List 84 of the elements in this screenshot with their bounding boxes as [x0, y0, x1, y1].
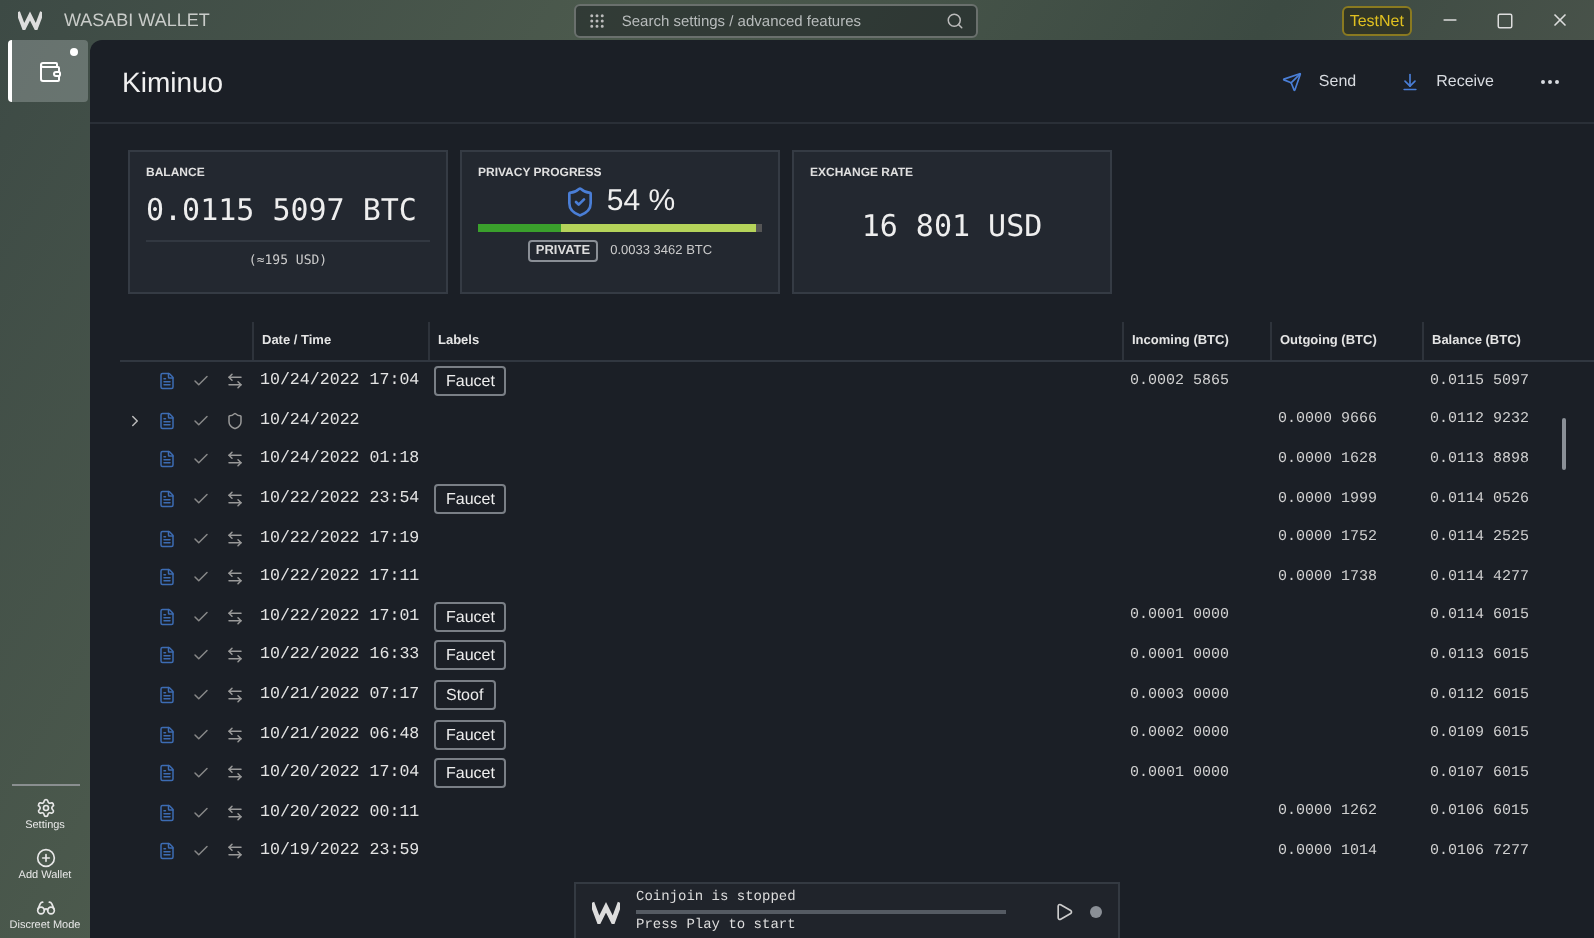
balance-value: 0.0115 5097 BTC: [146, 192, 419, 228]
transfer-icon: [225, 372, 243, 391]
transfer-icon: [225, 568, 243, 587]
close-icon: [1549, 10, 1570, 30]
wallet-name: Kiminuo: [122, 65, 224, 97]
date-cell-text: 10/24/2022: [258, 411, 362, 430]
receive-icon: [1400, 71, 1421, 91]
check-icon: [191, 372, 209, 391]
transfer-icon: [225, 842, 243, 861]
document-icon[interactable]: [157, 411, 175, 430]
search-icon: [945, 11, 964, 29]
document-icon[interactable]: [157, 490, 175, 509]
label-tag: Faucet: [434, 640, 507, 671]
plus-circle-icon: [35, 848, 55, 868]
document-icon[interactable]: [157, 607, 175, 626]
check-icon: [191, 450, 209, 469]
transfer-icon: [225, 764, 243, 783]
transfer-icon: [225, 725, 243, 744]
transfer-icon: [225, 686, 243, 705]
check-icon: [191, 686, 209, 705]
date-cell-text: 10/22/2022 17:01: [258, 607, 422, 626]
wallet-tab[interactable]: [7, 40, 87, 102]
check-icon: [191, 803, 209, 822]
label-tag: Faucet: [434, 366, 507, 397]
check-icon: [191, 842, 209, 861]
wasabi-logo-icon: [592, 899, 620, 923]
date-cell-text: 10/24/2022 17:04: [258, 372, 422, 391]
wallet-icon: [37, 59, 61, 83]
date-cell-text: 10/22/2022 23:54: [258, 490, 422, 509]
document-icon[interactable]: [157, 725, 175, 744]
maximize-icon: [1495, 11, 1514, 29]
scrollbar-thumb[interactable]: [1562, 418, 1566, 470]
label-tag: Faucet: [434, 601, 507, 632]
document-icon[interactable]: [157, 568, 175, 587]
stop-button[interactable]: [1090, 905, 1102, 917]
date-cell-text: 10/22/2022 17:11: [258, 568, 422, 587]
document-icon[interactable]: [157, 372, 175, 391]
check-icon: [191, 646, 209, 665]
label-tag: Faucet: [434, 719, 507, 750]
check-icon: [191, 725, 209, 744]
date-cell-text: 10/21/2022 07:17: [258, 686, 422, 705]
date-cell-text: 10/21/2022 06:48: [258, 725, 422, 744]
network-badge: TestNet: [1341, 5, 1412, 35]
transfer-icon: [225, 450, 243, 469]
transfer-icon: [225, 803, 243, 822]
privacy-percent: 54 %: [606, 184, 676, 218]
exchange-value: 16 801 USD: [859, 208, 1045, 244]
check-icon: [191, 764, 209, 783]
send-icon: [1282, 71, 1303, 91]
check-icon: [191, 490, 209, 509]
document-icon[interactable]: [157, 764, 175, 783]
check-icon: [191, 568, 209, 587]
document-icon[interactable]: [157, 803, 175, 822]
label-tag: Faucet: [434, 484, 507, 515]
date-cell-text: 10/20/2022 00:11: [258, 803, 422, 822]
gear-icon: [35, 798, 55, 818]
transfer-icon: [225, 490, 243, 509]
document-icon[interactable]: [157, 686, 175, 705]
document-icon[interactable]: [157, 450, 175, 469]
glasses-icon: [35, 898, 55, 918]
transfer-icon: [225, 607, 243, 626]
date-cell-text: 10/24/2022 01:18: [258, 450, 422, 469]
wasabi-logo-icon: [16, 8, 44, 32]
check-icon: [191, 411, 209, 430]
action-button[interactable]: Receive: [1400, 71, 1494, 91]
date-cell-text: 10/22/2022 16:33: [258, 646, 422, 665]
date-cell-text: 10/20/2022 17:04: [258, 764, 422, 783]
document-icon[interactable]: [157, 646, 175, 665]
grid-icon: [587, 11, 606, 29]
label-tag: Stoof: [434, 680, 496, 711]
transfer-icon: [225, 646, 243, 665]
date-cell-text: 10/22/2022 17:19: [258, 529, 422, 548]
check-icon: [191, 529, 209, 548]
document-icon[interactable]: [157, 842, 175, 861]
app-title: WASABI WALLET: [64, 10, 210, 30]
shield-icon: [225, 411, 243, 430]
document-icon[interactable]: [157, 529, 175, 548]
label-tag: Faucet: [434, 758, 507, 789]
check-icon: [191, 607, 209, 626]
transfer-icon: [225, 529, 243, 548]
date-cell-text: 10/19/2022 23:59: [258, 842, 422, 861]
action-button[interactable]: Send: [1282, 71, 1357, 91]
shield-check-icon: [564, 185, 597, 217]
play-button[interactable]: [1054, 901, 1074, 921]
